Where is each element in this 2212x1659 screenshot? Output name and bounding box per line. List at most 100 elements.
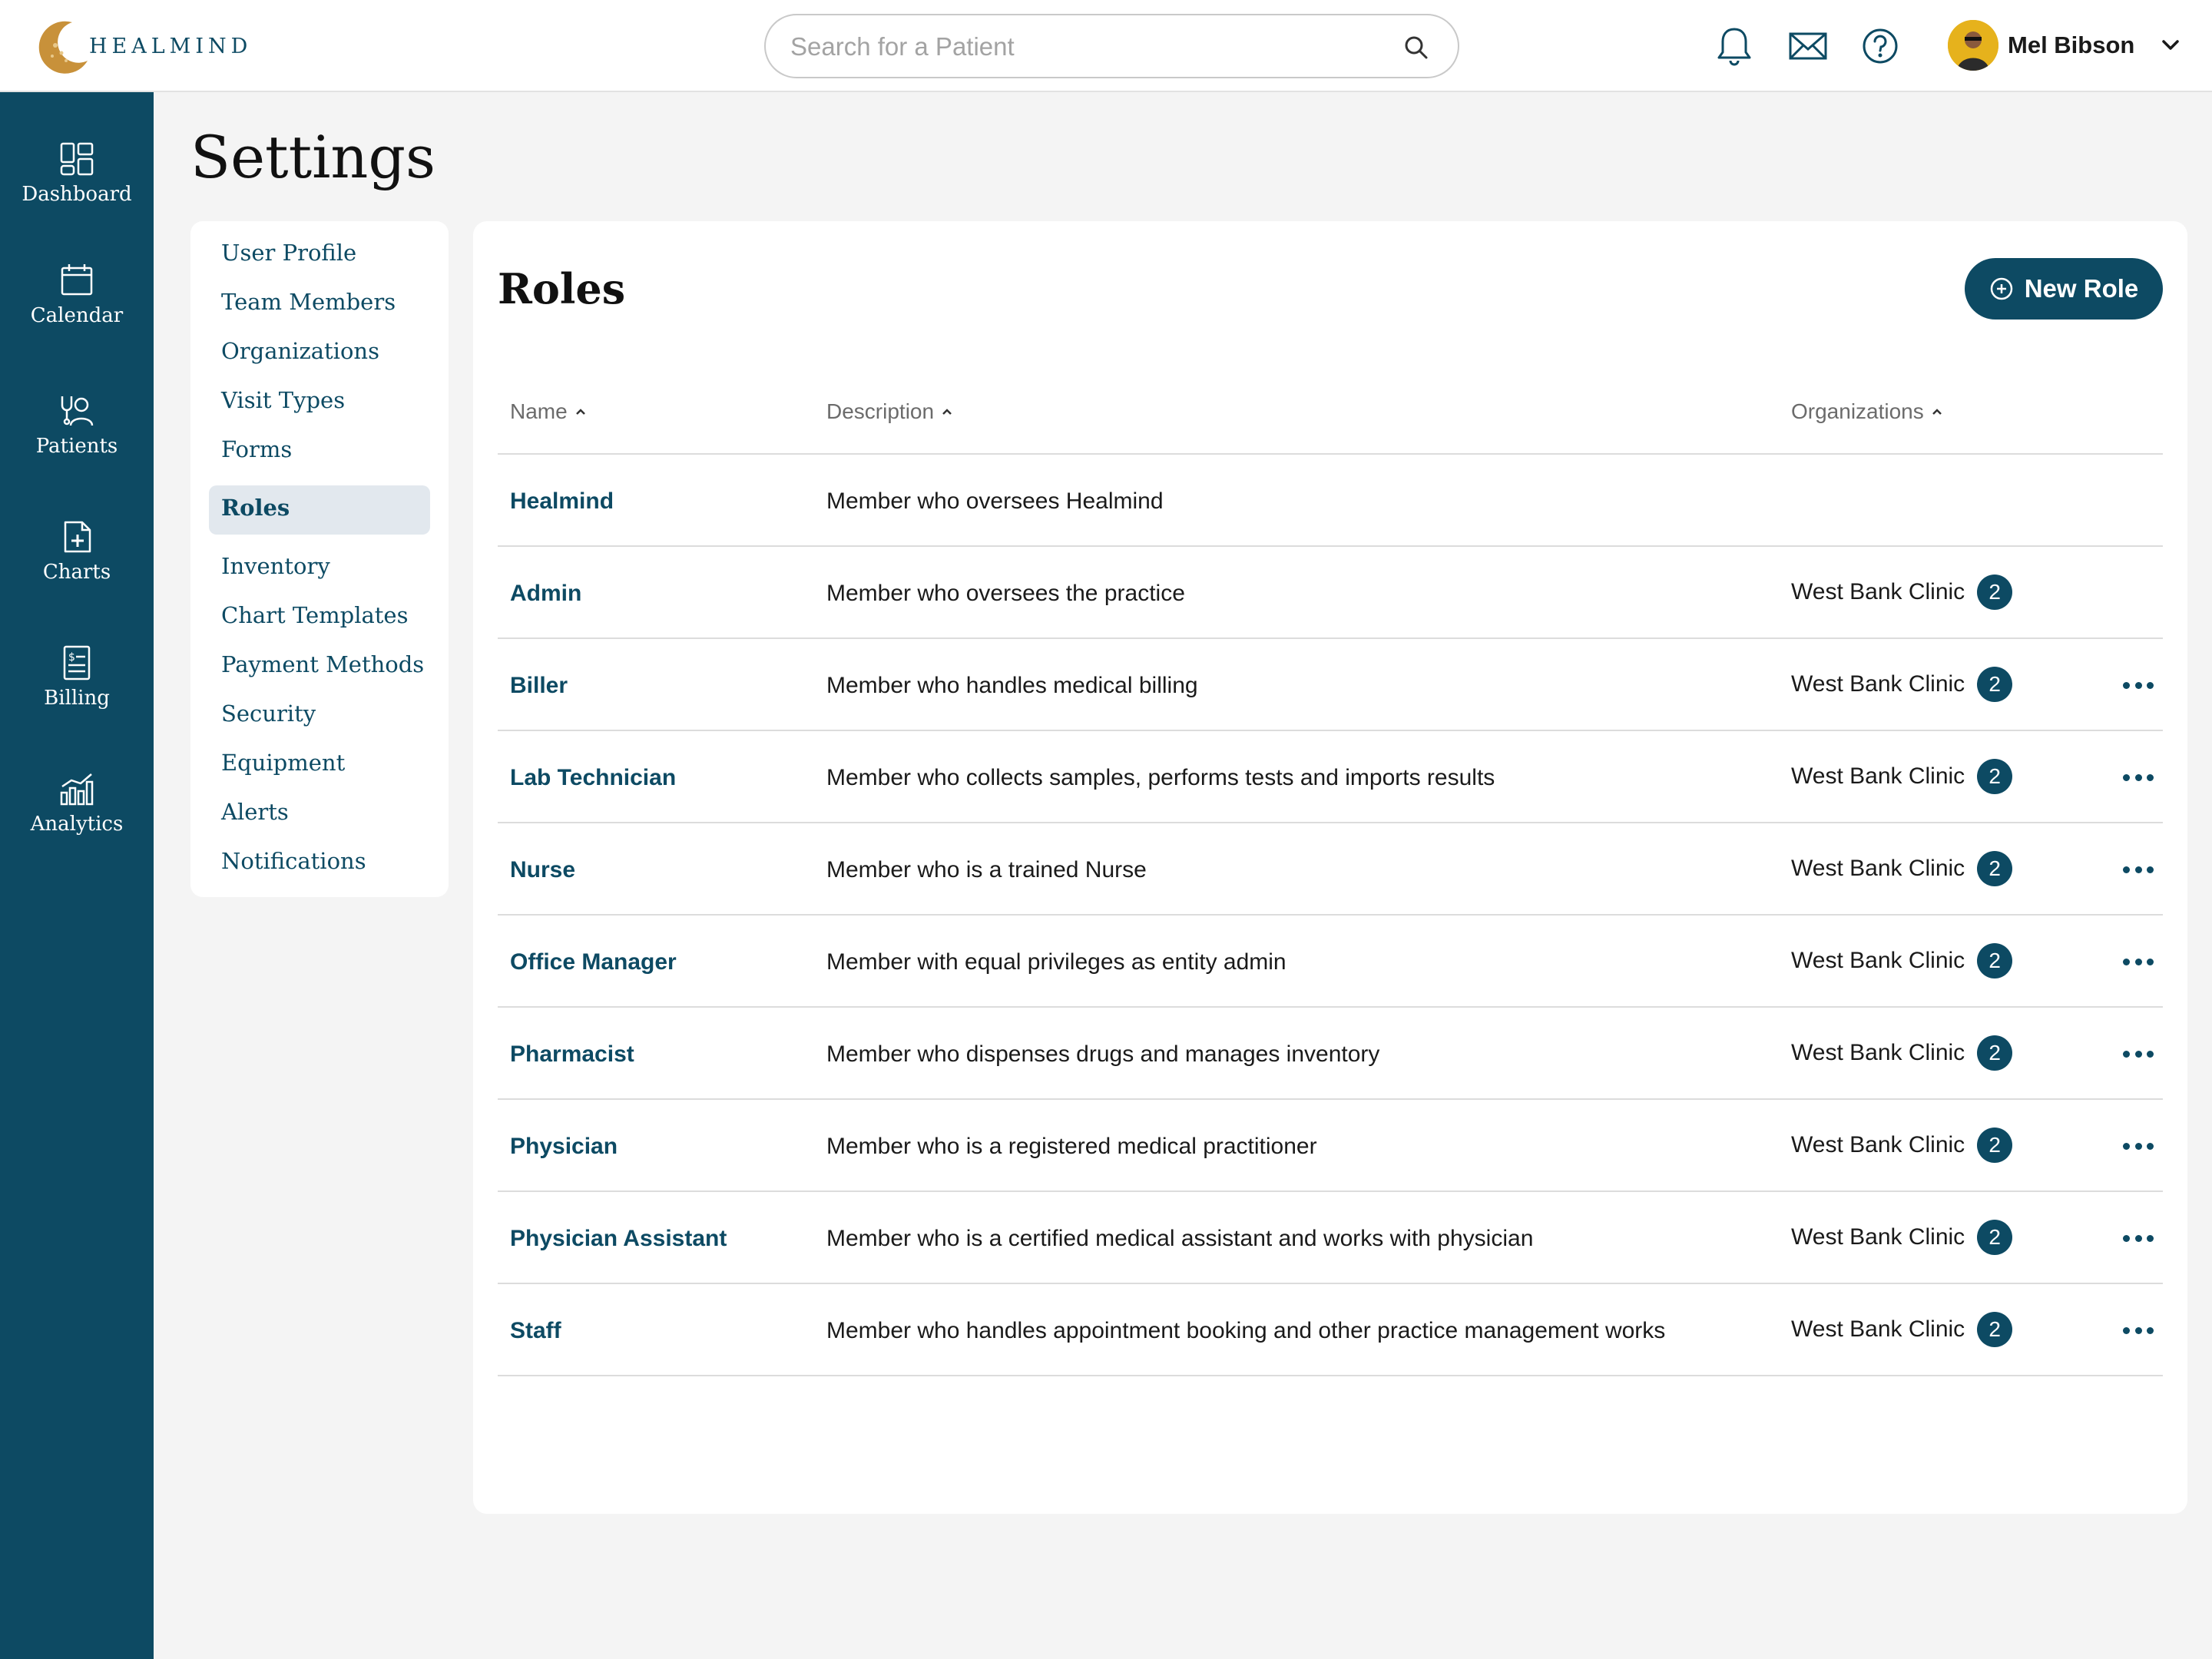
chevron-down-icon[interactable]: [2159, 34, 2182, 57]
table-row[interactable]: Biller Member who handles medical billin…: [498, 639, 2163, 731]
table-row[interactable]: Staff Member who handles appointment boo…: [498, 1284, 2163, 1376]
organization-count-badge[interactable]: 2: [1977, 1128, 2013, 1163]
healmind-logo[interactable]: HEALMIND: [32, 14, 252, 78]
more-options-icon[interactable]: [2123, 674, 2154, 696]
bell-icon[interactable]: [1714, 25, 1754, 68]
table-row[interactable]: Office Manager Member with equal privile…: [498, 916, 2163, 1008]
role-name[interactable]: Biller: [510, 673, 568, 699]
table-row[interactable]: Lab Technician Member who collects sampl…: [498, 731, 2163, 823]
more-options-icon[interactable]: [2123, 1227, 2154, 1249]
charts-icon: [64, 521, 91, 553]
patients-icon: [61, 396, 94, 426]
settings-menu-security[interactable]: Security: [221, 700, 316, 727]
organization-count-badge[interactable]: 2: [1977, 575, 2013, 610]
role-name[interactable]: Lab Technician: [510, 765, 676, 791]
organization-count-badge[interactable]: 2: [1977, 759, 2013, 794]
role-organizations: West Bank Clinic 2: [1791, 759, 2013, 794]
nav-analytics-label: Analytics: [30, 813, 124, 836]
settings-menu-inventory[interactable]: Inventory: [221, 553, 330, 579]
nav-patients-label: Patients: [35, 435, 118, 458]
settings-menu-user-profile[interactable]: User Profile: [221, 240, 356, 266]
nav-calendar-label: Calendar: [30, 304, 124, 327]
role-description: Member who collects samples, performs te…: [826, 765, 1495, 790]
organization-count-badge[interactable]: 2: [1977, 667, 2013, 702]
role-description: Member who handles appointment booking a…: [826, 1318, 1666, 1343]
organization-count-badge[interactable]: 2: [1977, 1312, 2013, 1347]
organization-count-badge[interactable]: 2: [1977, 851, 2013, 886]
search-icon[interactable]: [1402, 34, 1430, 61]
nav-billing-label: Billing: [44, 687, 110, 710]
mail-icon[interactable]: [1788, 25, 1828, 68]
table-row[interactable]: Nurse Member who is a trained Nurse West…: [498, 823, 2163, 916]
patient-search[interactable]: [764, 14, 1459, 78]
page-title: Settings: [190, 123, 436, 191]
nav-patients[interactable]: Patients: [0, 392, 154, 484]
organization-name: West Bank Clinic: [1791, 671, 1965, 697]
settings-menu-team-members[interactable]: Team Members: [221, 289, 396, 315]
calendar-icon: [61, 264, 93, 296]
more-options-icon[interactable]: [2123, 767, 2154, 788]
more-options-icon[interactable]: [2123, 859, 2154, 880]
role-organizations: West Bank Clinic 2: [1791, 943, 2013, 979]
roles-card: Roles New Role Name Description Organiza…: [473, 221, 2187, 1514]
role-description: Member who oversees Healmind: [826, 488, 1164, 514]
nav-dashboard[interactable]: Dashboard: [0, 140, 154, 232]
role-name[interactable]: Admin: [510, 581, 581, 607]
role-organizations: West Bank Clinic 2: [1791, 1035, 2013, 1071]
settings-menu-forms[interactable]: Forms: [221, 436, 292, 462]
more-options-icon[interactable]: [2123, 1135, 2154, 1157]
role-description: Member who dispenses drugs and manages i…: [826, 1041, 1380, 1067]
role-name[interactable]: Staff: [510, 1318, 561, 1344]
role-name[interactable]: Office Manager: [510, 949, 677, 975]
row-divider: [498, 1375, 2163, 1376]
role-organizations: West Bank Clinic 2: [1791, 1220, 2013, 1255]
nav-analytics[interactable]: Analytics: [0, 770, 154, 862]
settings-menu-alerts[interactable]: Alerts: [221, 799, 289, 825]
user-menu[interactable]: Mel Bibson: [1948, 18, 2182, 72]
role-name[interactable]: Healmind: [510, 488, 614, 515]
column-header-organizations[interactable]: Organizations: [1791, 399, 1944, 424]
more-options-icon[interactable]: [2123, 951, 2154, 972]
search-input[interactable]: [790, 29, 1374, 65]
nav-billing[interactable]: $ Billing: [0, 644, 154, 736]
organization-count-badge[interactable]: 2: [1977, 1035, 2013, 1071]
role-organizations: West Bank Clinic 2: [1791, 575, 2013, 610]
more-options-icon[interactable]: [2123, 1320, 2154, 1341]
column-header-description[interactable]: Description: [826, 399, 954, 424]
role-name[interactable]: Pharmacist: [510, 1041, 634, 1068]
logo-text: HEALMIND: [89, 34, 253, 58]
settings-menu-roles[interactable]: Roles: [221, 495, 290, 521]
settings-menu-payment-methods[interactable]: Payment Methods: [221, 651, 424, 677]
nav-charts[interactable]: Charts: [0, 518, 154, 610]
settings-menu-equipment[interactable]: Equipment: [221, 750, 345, 776]
role-description: Member who is a certified medical assist…: [826, 1226, 1534, 1251]
role-organizations: West Bank Clinic 2: [1791, 1128, 2013, 1163]
table-row[interactable]: Pharmacist Member who dispenses drugs an…: [498, 1008, 2163, 1100]
new-role-button[interactable]: New Role: [1965, 258, 2163, 320]
settings-menu-notifications[interactable]: Notifications: [221, 848, 366, 874]
settings-menu-visit-types[interactable]: Visit Types: [221, 387, 345, 413]
table-row[interactable]: Admin Member who oversees the practice W…: [498, 547, 2163, 639]
avatar: [1948, 20, 1998, 71]
organization-count-badge[interactable]: 2: [1977, 1220, 2013, 1255]
settings-menu-chart-templates[interactable]: Chart Templates: [221, 602, 408, 628]
table-row[interactable]: Physician Assistant Member who is a cert…: [498, 1192, 2163, 1284]
table-row[interactable]: Physician Member who is a registered med…: [498, 1100, 2163, 1192]
role-name[interactable]: Physician Assistant: [510, 1226, 727, 1252]
role-description: Member who is a trained Nurse: [826, 857, 1147, 882]
table-row[interactable]: Healmind Member who oversees Healmind: [498, 455, 2163, 547]
more-options-icon[interactable]: [2123, 1043, 2154, 1065]
organization-name: West Bank Clinic: [1791, 1224, 1965, 1250]
role-description: Member who handles medical billing: [826, 673, 1198, 698]
role-name[interactable]: Nurse: [510, 857, 575, 883]
column-header-name-label: Name: [510, 399, 568, 423]
nav-calendar[interactable]: Calendar: [0, 261, 154, 353]
column-header-name[interactable]: Name: [510, 399, 588, 424]
column-header-organizations-label: Organizations: [1791, 399, 1924, 423]
role-name[interactable]: Physician: [510, 1134, 618, 1160]
svg-text:$: $: [68, 651, 75, 664]
help-icon[interactable]: [1860, 25, 1900, 68]
role-organizations: West Bank Clinic 2: [1791, 667, 2013, 702]
organization-count-badge[interactable]: 2: [1977, 943, 2013, 979]
settings-menu-organizations[interactable]: Organizations: [221, 338, 379, 364]
